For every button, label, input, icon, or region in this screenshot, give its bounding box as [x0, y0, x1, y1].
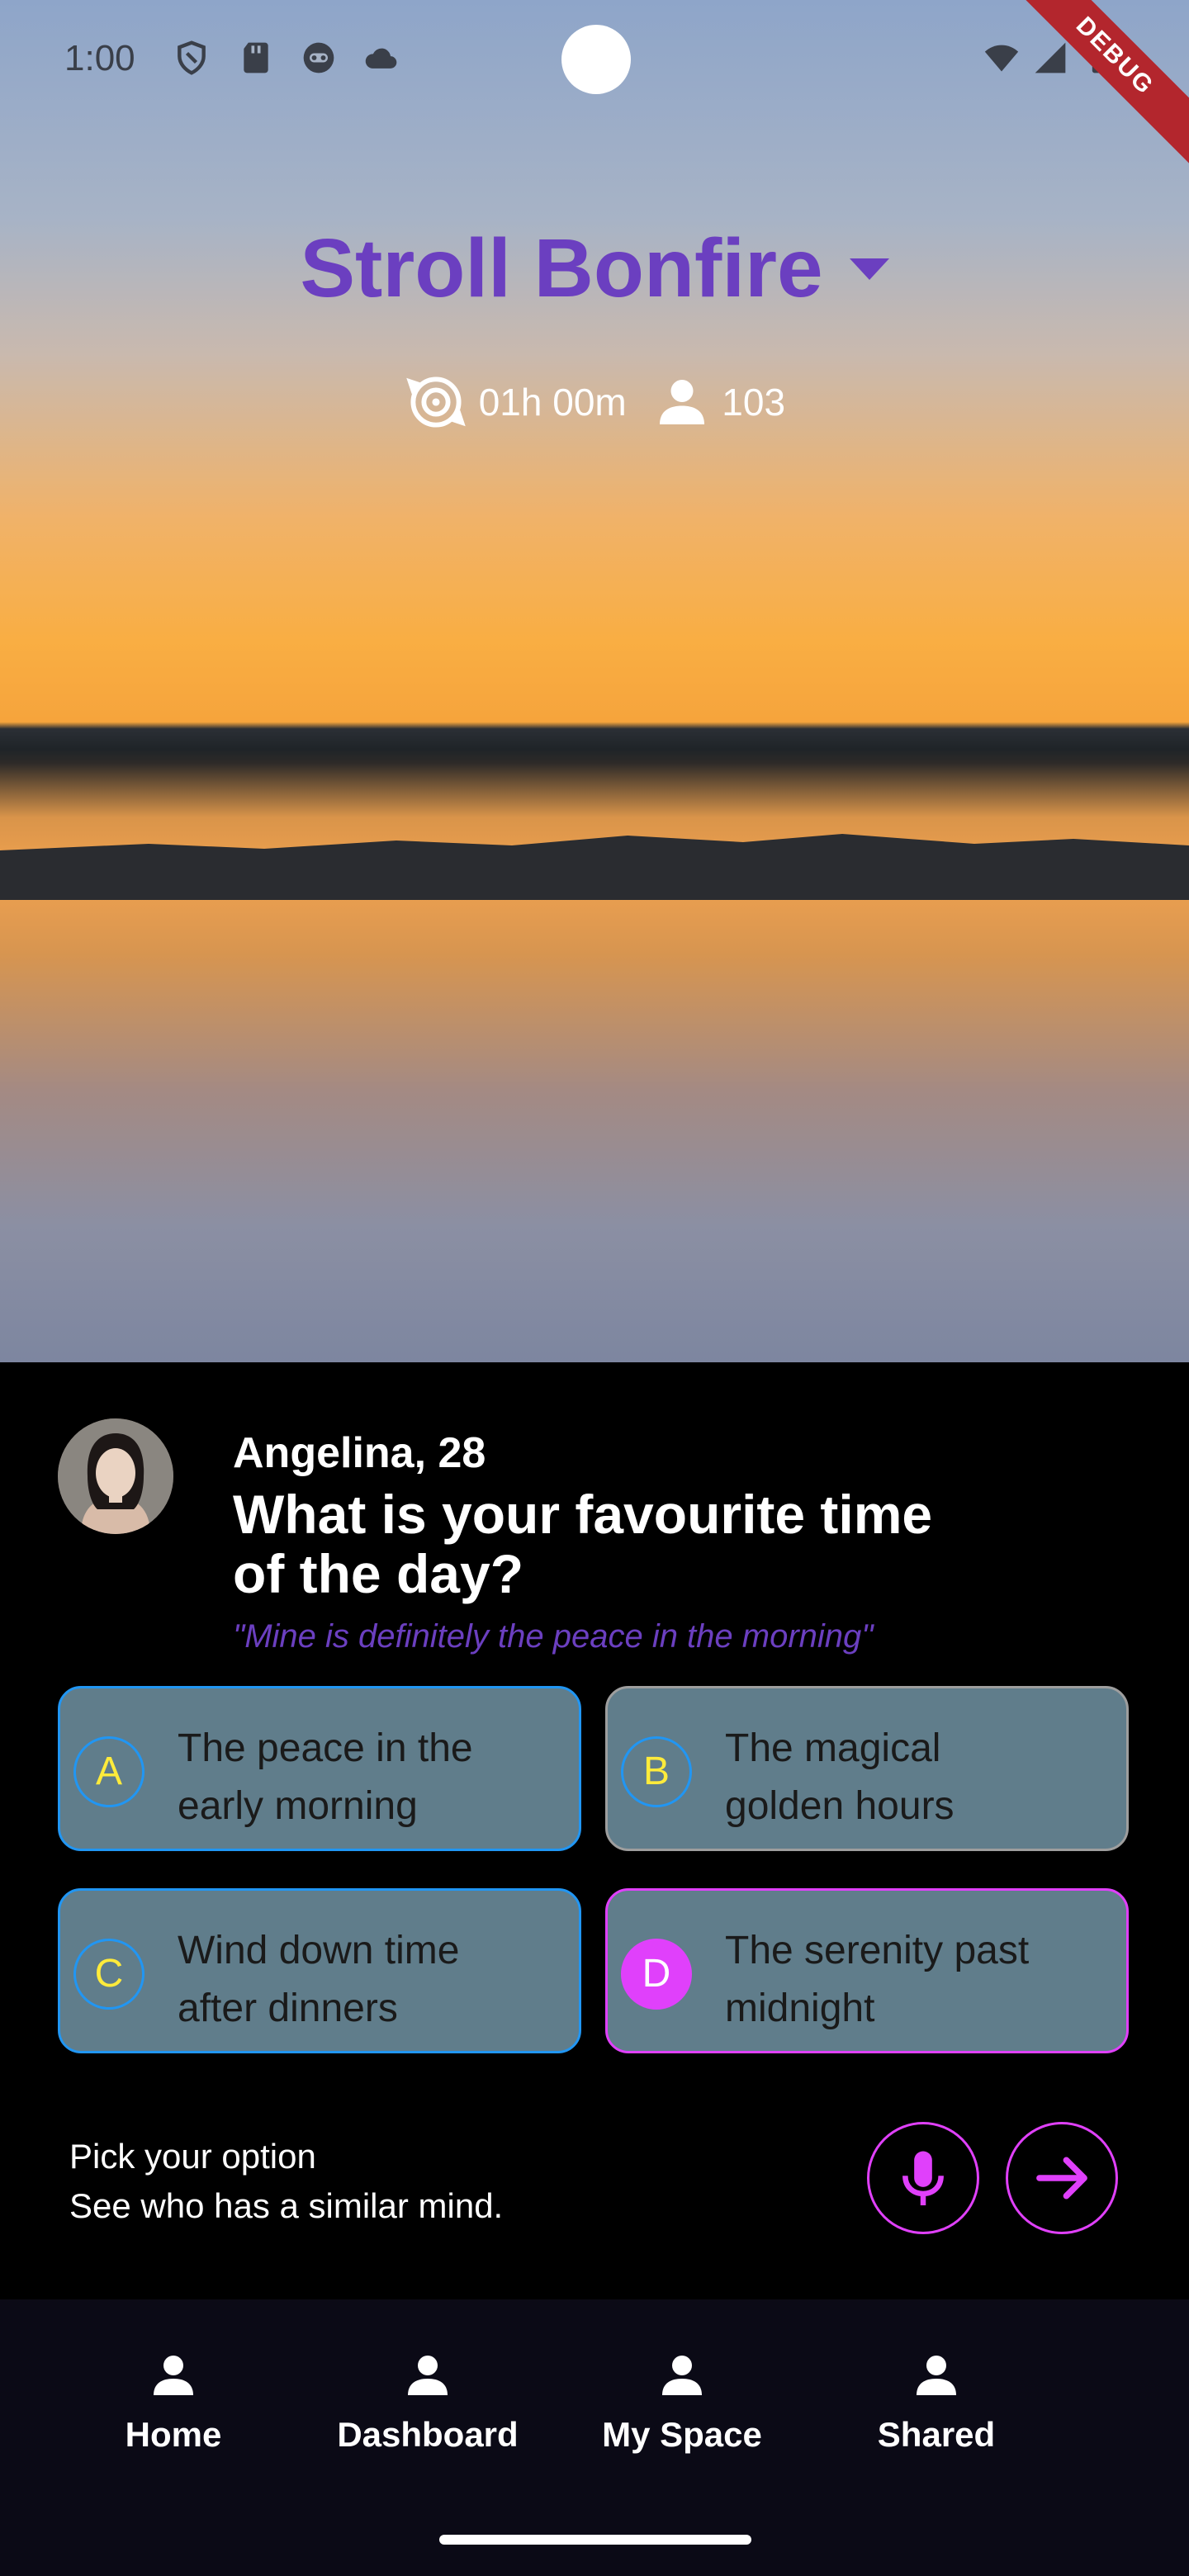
shield-icon: [178, 40, 206, 75]
timer-swirl-icon: [406, 376, 466, 428]
person-icon: [408, 2356, 448, 2395]
nav-item-shared[interactable]: Shared: [829, 2349, 1044, 2455]
option-letter-badge: D: [621, 1939, 692, 2010]
participant-count: 103: [722, 381, 786, 424]
room-duration: 01h 00m: [478, 381, 627, 424]
nav-label: Shared: [877, 2415, 996, 2454]
distant-hills: [0, 834, 1189, 900]
nav-item-dashboard[interactable]: Dashboard: [320, 2349, 535, 2455]
option-letter-badge: B: [621, 1736, 692, 1807]
pick-option-hint: Pick your option See who has a similar m…: [69, 2132, 503, 2231]
option-letter-badge: A: [73, 1736, 144, 1807]
nav-label: My Space: [602, 2415, 762, 2454]
room-meta: 01h 00m 103: [0, 370, 1189, 434]
question-text: What is your favourite time of the day?: [233, 1484, 933, 1604]
face-icon: [303, 42, 334, 73]
caret-down-icon: [849, 258, 889, 280]
option-text: The magical golden hours: [725, 1726, 955, 1828]
nav-item-my-space[interactable]: My Space: [575, 2349, 789, 2455]
voice-record-button[interactable]: [867, 2122, 979, 2234]
nav-label: Dashboard: [337, 2415, 519, 2454]
next-button[interactable]: [1006, 2122, 1118, 2234]
option-text: The serenity past midnight: [725, 1929, 1030, 2030]
wifi-icon: [984, 45, 1019, 72]
arrow-right-icon: [1036, 2157, 1087, 2200]
person-icon: [662, 2356, 702, 2395]
option-b[interactable]: B The magical golden hours: [605, 1686, 1129, 1851]
avatar-portrait: [58, 1418, 173, 1534]
person-icon: [154, 2356, 193, 2395]
cellular-signal-icon: [1035, 42, 1066, 73]
room-title-dropdown[interactable]: Stroll Bonfire: [0, 221, 1189, 316]
status-time: 1:00: [64, 38, 135, 78]
option-a[interactable]: A The peace in the early morning: [58, 1686, 581, 1851]
hint-line-2: See who has a similar mind.: [69, 2186, 504, 2225]
option-letter-badge: C: [73, 1939, 144, 2010]
avatar[interactable]: [58, 1418, 173, 1534]
asker-name: Angelina, 28: [233, 1429, 486, 1477]
cloud-icon: [365, 48, 397, 69]
option-text: The peace in the early morning: [178, 1726, 473, 1828]
person-icon: [917, 2356, 956, 2395]
option-text: Wind down time after dinners: [178, 1929, 460, 2030]
microphone-icon: [902, 2151, 944, 2206]
nav-item-home[interactable]: Home: [66, 2349, 281, 2455]
room-title: Stroll Bonfire: [300, 222, 823, 315]
camera-cutout: [561, 25, 631, 94]
asker-quote: "Mine is definitely the peace in the mor…: [233, 1618, 874, 1655]
sd-card-icon: [244, 42, 268, 73]
status-bar: 1:00 DEBUG: [0, 0, 1189, 178]
person-icon: [659, 380, 704, 424]
hint-line-1: Pick your option: [69, 2137, 316, 2176]
home-indicator[interactable]: [439, 2535, 751, 2545]
hero-background-image: [0, 0, 1189, 1362]
option-c[interactable]: C Wind down time after dinners: [58, 1888, 581, 2053]
option-d-selected[interactable]: D The serenity past midnight: [605, 1888, 1129, 2053]
nav-label: Home: [125, 2415, 222, 2454]
